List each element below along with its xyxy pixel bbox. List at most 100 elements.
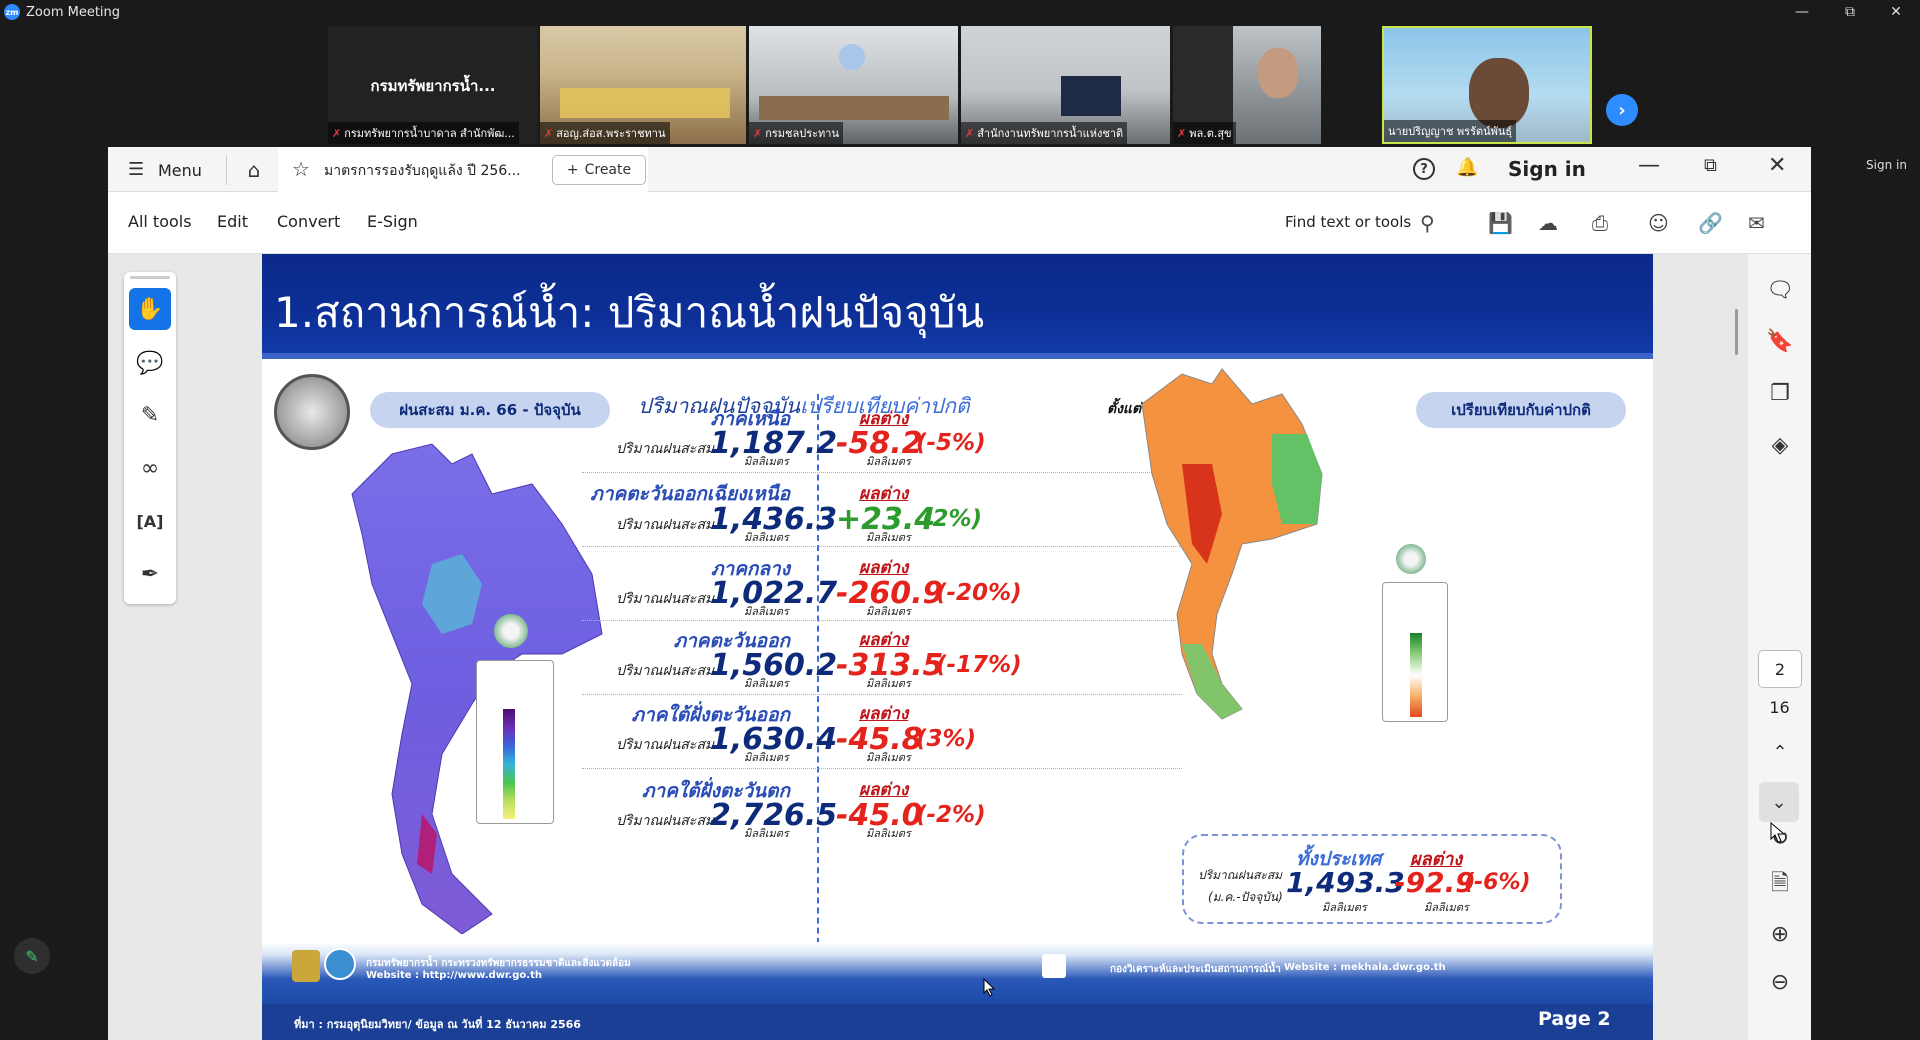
page-number-input[interactable]: 2 <box>1758 650 1802 688</box>
legend-colorbar <box>503 709 515 819</box>
window-minimize-button[interactable]: — <box>1638 153 1660 178</box>
analysis-logo-icon <box>1042 954 1066 978</box>
text-select-icon[interactable]: [A] <box>129 500 171 542</box>
window-restore-button[interactable]: ⧉ <box>1704 155 1717 176</box>
menu-button[interactable]: Menu <box>158 161 202 180</box>
country-amount: 1,493.3 <box>1286 866 1405 899</box>
menu-all-tools[interactable]: All tools <box>128 212 192 231</box>
diff-percent: (-5%) <box>916 430 986 456</box>
mouse-cursor-icon-slide <box>983 978 996 997</box>
save-icon[interactable]: 💾 <box>1488 211 1513 235</box>
diff-percent: (-20%) <box>936 580 1022 606</box>
participant-tile[interactable]: ✗ พล.ต.สุข <box>1173 26 1321 144</box>
home-icon[interactable]: ⌂ <box>230 155 278 185</box>
email-icon[interactable]: ✉ <box>1748 211 1765 235</box>
restore-button[interactable]: ⧉ <box>1830 0 1870 24</box>
unit-label: มิลลิเมตร <box>866 531 911 544</box>
column-divider <box>817 394 819 984</box>
close-button[interactable]: ✕ <box>1876 0 1916 24</box>
window-close-button[interactable]: ✕ <box>1768 153 1786 178</box>
pages-panel-icon[interactable]: ❐ <box>1766 379 1794 407</box>
participant-tile-active-speaker[interactable]: นายปริญญาช พรรัตน์พันธุ์ <box>1382 26 1592 144</box>
dwr-logo-icon <box>1396 544 1426 574</box>
video-gallery: กรมทรัพยากรน้ำ... ✗ กรมทรัพยากรน้ำบาดาล ส… <box>0 24 1920 144</box>
unit-label: มิลลิเมตร <box>744 827 789 840</box>
gallery-next-page-icon[interactable]: › <box>1606 94 1638 126</box>
unit-label: มิลลิเมตร <box>866 455 911 468</box>
row-separator <box>582 546 1182 547</box>
add-comment-icon[interactable]: 💬 <box>129 342 171 384</box>
left-pill: ฝนสะสม ม.ค. 66 - ปัจจุบัน <box>370 392 610 428</box>
amount-label: ปริมาณฝนสะสม <box>616 663 715 679</box>
link-icon[interactable]: 🔗 <box>1698 211 1723 235</box>
zoom-out-icon[interactable]: ⊖ <box>1766 968 1794 996</box>
participant-tile[interactable]: ✗ สำนักงานทรัพยากรน้ำแห่งชาติ <box>961 26 1170 144</box>
page-total: 16 <box>1769 698 1790 717</box>
menu-convert[interactable]: Convert <box>277 212 340 231</box>
zoom-in-icon[interactable]: ⊕ <box>1766 920 1794 948</box>
row-separator <box>582 694 1182 695</box>
rail-drag-handle[interactable] <box>130 276 170 279</box>
anomaly-legend <box>1382 582 1448 722</box>
notification-bell-icon[interactable]: 🔔 <box>1456 157 1478 178</box>
participant-tile[interactable]: กรมทรัพยากรน้ำ... ✗ กรมทรัพยากรน้ำบาดาล ส… <box>328 26 538 144</box>
find-tools-label[interactable]: Find text or tools <box>1285 213 1411 231</box>
document-export-icon[interactable]: 🗎 <box>1766 871 1794 899</box>
amount-label: ปริมาณฝนสะสม <box>616 737 715 753</box>
menu-edit[interactable]: Edit <box>217 212 248 231</box>
create-button[interactable]: + Create <box>552 155 646 185</box>
footer-website-left: Website : http://www.dwr.go.th <box>366 970 542 981</box>
participant-name: ✗ พล.ต.สุข <box>1173 122 1236 144</box>
zoom-logo-icon: zm <box>4 4 20 20</box>
sign-in-button[interactable]: Sign in <box>1508 157 1586 181</box>
diff-percent: (-2%) <box>916 802 986 828</box>
tab-title: มาตรการรองรับฤดูแล้ง ปี 256... <box>324 163 521 179</box>
unit-label: มิลลิเมตร <box>1322 901 1367 914</box>
search-icon[interactable]: ⚲ <box>1420 211 1435 235</box>
country-diff: -92.9 <box>1394 866 1475 899</box>
comment-panel-icon[interactable]: 🗨 <box>1766 276 1794 304</box>
zoom-sign-in-link[interactable]: Sign in <box>1866 158 1907 172</box>
footer-org: กรมทรัพยากรน้ำ กระทรวงทรัพยากรธรรมชาติแล… <box>366 958 631 969</box>
hand-tool-icon[interactable]: ✋ <box>129 288 171 330</box>
mic-muted-icon: ✗ <box>753 126 763 140</box>
print-icon[interactable]: ⎙ <box>1592 211 1608 235</box>
amount-label: ปริมาณฝนสะสม <box>616 591 715 607</box>
tool-rail: ✋ 💬 ✎ ∞ [A] ✒ <box>124 272 176 604</box>
draw-freeform-icon[interactable]: ∞ <box>129 447 171 489</box>
unit-label: มิลลิเมตร <box>744 531 789 544</box>
participant-name: ✗ สอญ.ส่อส.พระราชทาน <box>540 122 670 144</box>
ministry-emblem-icon <box>292 950 320 982</box>
share-user-icon[interactable]: ☺ <box>1648 211 1669 235</box>
star-icon[interactable]: ☆ <box>292 157 310 181</box>
plus-icon: + <box>566 162 579 178</box>
legend-colorbar <box>1410 633 1422 717</box>
layers-panel-icon[interactable]: ◈ <box>1766 431 1794 459</box>
dwr-emblem-icon <box>324 948 356 980</box>
participant-tile[interactable]: ✗ กรมชลประทาน <box>749 26 958 144</box>
unit-label: มิลลิเมตร <box>744 677 789 690</box>
previous-page-icon[interactable]: ⌃ <box>1766 738 1794 766</box>
hamburger-icon[interactable]: ☰ <box>128 159 144 180</box>
sign-pen-icon[interactable]: ✒ <box>129 553 171 595</box>
help-icon[interactable]: ? <box>1413 158 1435 180</box>
highlight-pen-icon[interactable]: ✎ <box>129 394 171 436</box>
upload-cloud-icon[interactable]: ☁ <box>1538 211 1558 235</box>
acrobat-menubar: All tools Edit Convert E-Sign Find text … <box>108 192 1811 254</box>
person-face <box>1258 48 1298 98</box>
annotate-pencil-icon[interactable]: ✎ <box>14 938 50 974</box>
vertical-scrollbar-thumb[interactable] <box>1735 309 1738 355</box>
room-logo <box>839 44 865 70</box>
unit-label: มิลลิเมตร <box>744 751 789 764</box>
unit-label: มิลลิเมตร <box>1424 901 1469 914</box>
participant-tile[interactable]: ✗ สอญ.ส่อส.พระราชทาน <box>540 26 746 144</box>
footer-org-right: กองวิเคราะห์และประเมินสถานการณ์น้ำ <box>1110 964 1281 975</box>
right-pill: เปรียบเทียบกับค่าปกติ <box>1416 392 1626 428</box>
next-page-icon[interactable]: ⌄ <box>1759 782 1799 822</box>
participant-name: นายปริญญาช พรรัตน์พันธุ์ <box>1384 120 1517 142</box>
bookmark-panel-icon[interactable]: 🔖 <box>1766 327 1794 355</box>
acrobat-tabbar: ☰ Menu ⌂ ☆ มาตรการรองรับฤดูแล้ง ปี 256..… <box>108 147 1811 192</box>
menu-esign[interactable]: E-Sign <box>367 212 418 231</box>
minimize-button[interactable]: — <box>1782 0 1822 24</box>
person-face <box>1469 58 1529 128</box>
